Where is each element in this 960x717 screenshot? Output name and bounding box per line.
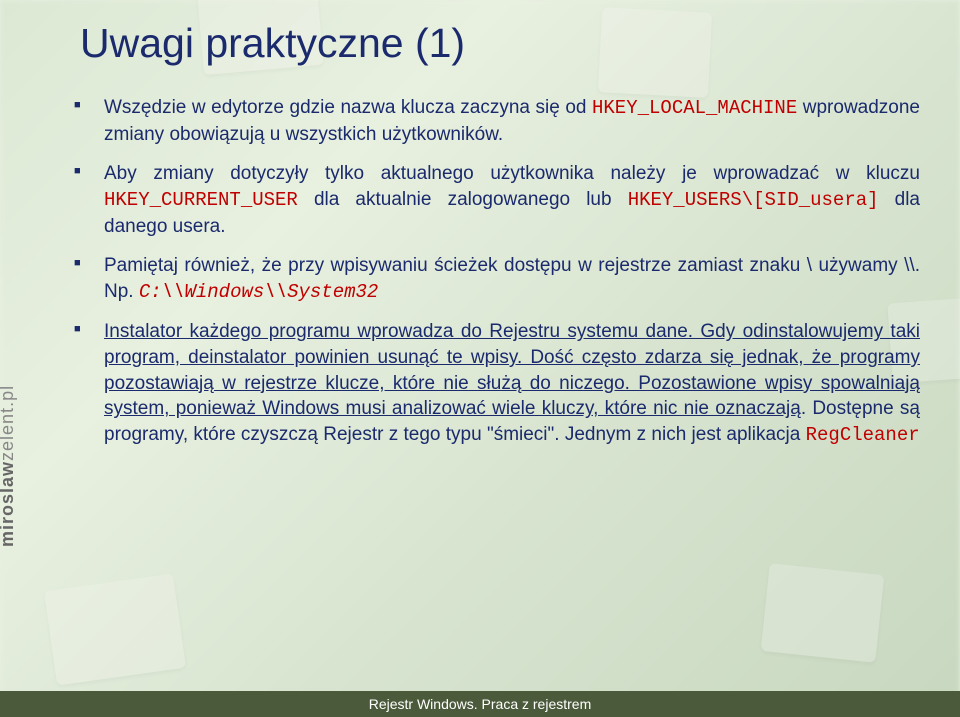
code-text: HKEY_LOCAL_MACHINE [592,97,797,119]
bullet-text: Wszędzie w edytorze gdzie nazwa klucza z… [104,97,592,118]
bullet-item: Aby zmiany dotyczyły tylko aktualnego uż… [98,161,920,239]
code-text: RegCleaner [806,424,920,446]
bullet-item: Pamiętaj również, że przy wpisywaniu ści… [98,253,920,305]
bullet-text-underline: Instalator każdego programu wprowadza do… [104,321,920,419]
bullet-item: Instalator każdego programu wprowadza do… [98,319,920,448]
code-text: C:\\Windows\\System32 [139,281,378,303]
watermark-bold: miroslaw [0,461,17,547]
slide-content: Uwagi praktyczne (1) Wszędzie w edytorze… [70,20,920,687]
site-watermark: miroslawzelent.pl [0,385,18,547]
watermark-rest: zelent.pl [0,385,17,461]
code-text: HKEY_CURRENT_USER [104,189,298,211]
bullet-text: dla aktualnie zalogowanego lub [298,189,628,210]
bullet-list: Wszędzie w edytorze gdzie nazwa klucza z… [70,95,920,449]
slide-footer: Rejestr Windows. Praca z rejestrem [0,691,960,717]
code-text: HKEY_USERS\[SID_usera] [628,189,879,211]
bullet-text: Aby zmiany dotyczyły tylko aktualnego uż… [104,163,920,184]
slide-title: Uwagi praktyczne (1) [70,20,920,67]
bullet-item: Wszędzie w edytorze gdzie nazwa klucza z… [98,95,920,147]
